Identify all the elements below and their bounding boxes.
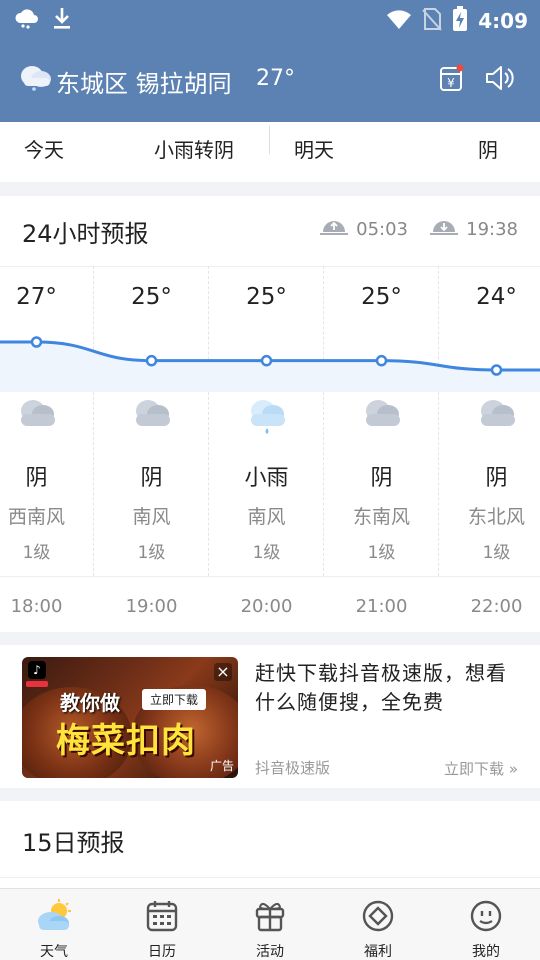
today-label: 今天 xyxy=(24,138,64,162)
svg-text:¥: ¥ xyxy=(447,76,455,90)
gift-icon xyxy=(253,899,287,937)
overcast-icon xyxy=(130,396,174,434)
tab-label: 福利 xyxy=(364,944,392,960)
sunset-time: 19:38 xyxy=(466,219,518,240)
tab-calendar[interactable]: 日历 xyxy=(108,895,216,960)
divider xyxy=(269,126,270,154)
hour-condition: 阴 xyxy=(25,466,48,491)
tab-label: 日历 xyxy=(148,944,176,960)
hour-temperature: 25° xyxy=(131,284,172,310)
ad-download-link[interactable]: 立即下载 » xyxy=(444,758,518,779)
wifi-icon xyxy=(386,8,412,34)
hour-column: 25° 阴东南风 1级 21:00 xyxy=(324,266,439,632)
ad-image-title: 梅菜扣肉 xyxy=(56,721,196,761)
hour-wind-level: 1级 xyxy=(137,543,166,563)
divider xyxy=(0,877,540,878)
douyin-logo-badge xyxy=(26,681,48,687)
sunset: 19:38 xyxy=(430,218,518,241)
status-time: 4:09 xyxy=(478,9,528,33)
tab-label: 我的 xyxy=(472,944,500,960)
hourly-forecast-section: 24小时预报 05:03 19:38 27° 阴西南风 1级 18:00 25° 阴南风 1… xyxy=(0,196,540,632)
battery-charging-icon xyxy=(452,6,468,36)
no-sim-icon xyxy=(422,7,442,35)
hour-wind-direction: 西南风 xyxy=(7,506,65,528)
header: 东城区 锡拉胡同 27° ¥ xyxy=(0,50,540,110)
daily-forecast-section: 15日预报 xyxy=(0,801,540,891)
hour-wind-level: 1级 xyxy=(367,543,396,563)
tab-profile[interactable]: 我的 xyxy=(432,895,540,960)
hour-condition: 小雨 xyxy=(244,466,289,491)
sunrise: 05:03 xyxy=(320,218,408,241)
hour-wind-direction: 南风 xyxy=(132,506,171,528)
hour-time: 19:00 xyxy=(125,596,178,617)
tab-benefits[interactable]: 福利 xyxy=(324,895,432,960)
overcast-icon xyxy=(475,396,519,434)
section-title: 24小时预报 xyxy=(22,220,149,248)
sunrise-icon xyxy=(320,218,349,241)
lottery-icon[interactable]: ¥ xyxy=(438,64,464,96)
sunrise-time: 05:03 xyxy=(356,219,408,240)
overcast-icon xyxy=(15,396,59,434)
ad-image-button[interactable]: 立即下载 xyxy=(142,689,207,710)
hour-temperature: 24° xyxy=(476,284,517,310)
speaker-icon[interactable] xyxy=(484,64,516,96)
cloud-icon xyxy=(14,7,38,33)
overcast-icon xyxy=(360,396,404,434)
ad-card[interactable]: ♪ × 教你做 立即下载 梅菜扣肉 广告 赶快下载抖音极速版，想看什么随便搜，全… xyxy=(0,645,540,788)
hour-temperature: 25° xyxy=(246,284,287,310)
top-bar: 4:09 东城区 锡拉胡同 27° ¥ xyxy=(0,0,540,122)
hour-wind-direction: 东南风 xyxy=(352,506,410,528)
location-name[interactable]: 东城区 锡拉胡同 xyxy=(56,64,232,99)
hour-column: 27° 阴西南风 1级 18:00 xyxy=(0,266,94,632)
tab-activity[interactable]: 活动 xyxy=(216,895,324,960)
hour-condition: 阴 xyxy=(140,466,163,491)
status-bar: 4:09 xyxy=(0,0,540,40)
current-temperature: 27° xyxy=(256,66,295,91)
today-condition: 小雨转阴 xyxy=(154,138,234,162)
divider xyxy=(0,576,540,577)
hour-column: 25° 阴南风 1级 19:00 xyxy=(94,266,209,632)
hour-temperature: 27° xyxy=(16,284,57,310)
hour-time: 22:00 xyxy=(470,596,523,617)
section-title: 15日预报 xyxy=(22,829,125,857)
hour-wind-level: 1级 xyxy=(482,543,511,563)
tomorrow-condition: 阴 xyxy=(478,138,498,162)
weather-tab-icon xyxy=(35,899,73,937)
douyin-logo-icon: ♪ xyxy=(28,661,46,679)
profile-icon xyxy=(469,899,503,937)
hour-time: 21:00 xyxy=(355,596,408,617)
download-icon xyxy=(52,6,72,34)
hour-wind-direction: 南风 xyxy=(247,506,286,528)
hour-condition: 阴 xyxy=(370,466,393,491)
hour-condition: 阴 xyxy=(485,466,508,491)
hour-column: 25° 小雨南风 1级 20:00 xyxy=(209,266,324,632)
close-icon[interactable]: × xyxy=(214,663,232,681)
hour-wind-level: 1级 xyxy=(22,543,51,563)
hour-column: 24° 阴东北风 1级 22:00 xyxy=(439,266,540,632)
diamond-icon xyxy=(361,899,395,937)
hour-time: 18:00 xyxy=(10,596,63,617)
tab-label: 活动 xyxy=(256,944,284,960)
tomorrow-label: 明天 xyxy=(294,138,334,162)
weather-cloud-icon xyxy=(18,62,52,96)
ad-image-text: 教你做 xyxy=(60,691,120,715)
sunset-icon xyxy=(430,218,459,241)
calendar-icon xyxy=(145,899,179,937)
hour-time: 20:00 xyxy=(240,596,293,617)
bottom-nav: 天气 日历 活动 福利 我的 xyxy=(0,888,540,960)
today-tomorrow-bar: 今天 小雨转阴 明天 阴 xyxy=(0,122,540,182)
ad-mark: 广告 xyxy=(209,759,234,773)
hour-wind-direction: 东北风 xyxy=(467,506,525,528)
tab-weather[interactable]: 天气 xyxy=(0,895,108,960)
hour-wind-level: 1级 xyxy=(252,543,281,563)
hour-temperature: 25° xyxy=(361,284,402,310)
ad-headline[interactable]: 赶快下载抖音极速版，想看什么随便搜，全免费 xyxy=(255,659,525,717)
ad-source: 抖音极速版 xyxy=(255,759,331,777)
ad-image[interactable]: ♪ × 教你做 立即下载 梅菜扣肉 广告 xyxy=(22,657,238,778)
light-rain-icon xyxy=(245,396,289,440)
tab-label: 天气 xyxy=(40,944,68,960)
